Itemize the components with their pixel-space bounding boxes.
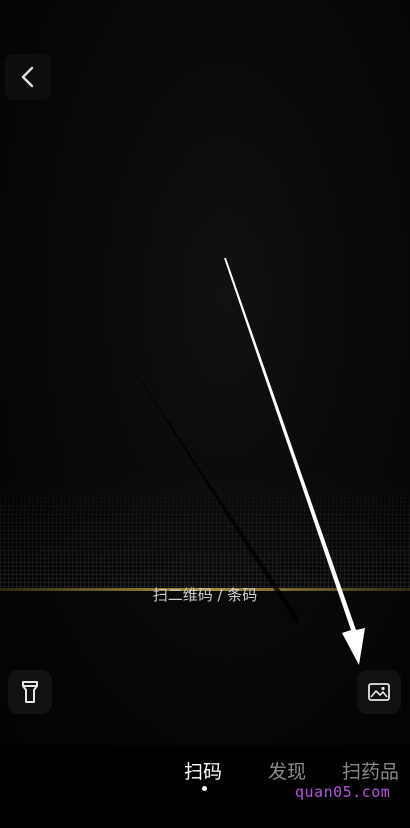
album-button[interactable] [357, 670, 401, 714]
active-tab-indicator [202, 786, 207, 791]
scan-hint-label: 扫二维码 / 条码 [152, 586, 258, 604]
tab-scan[interactable]: 扫码 [184, 757, 222, 784]
watermark: quan05.com [295, 783, 391, 801]
scanner-screen: 扫二维码 / 条码 [0, 0, 410, 828]
back-button[interactable] [5, 54, 51, 100]
flashlight-icon [22, 681, 38, 703]
flashlight-button[interactable] [8, 670, 52, 714]
camera-preview [0, 0, 410, 745]
scan-grid [0, 470, 410, 590]
chevron-left-icon [21, 66, 34, 88]
image-icon [368, 683, 390, 701]
tab-scan-medicine[interactable]: 扫药品 [342, 757, 399, 784]
tab-discover[interactable]: 发现 [268, 757, 306, 784]
